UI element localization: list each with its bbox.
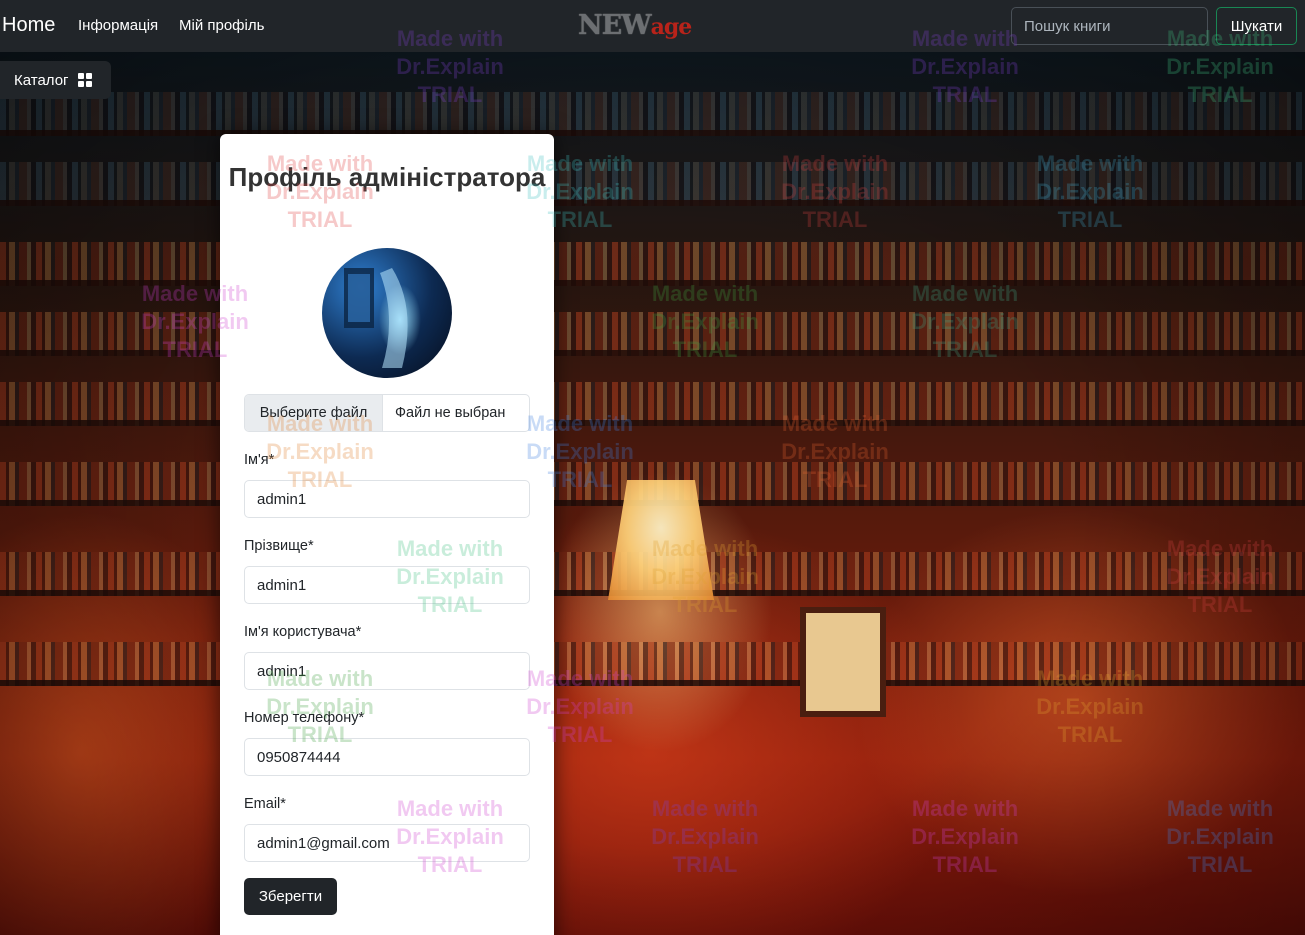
email-field[interactable] — [244, 824, 530, 862]
first-name-label: Ім'я* — [244, 452, 275, 468]
search-input[interactable] — [1011, 7, 1208, 45]
avatar-image — [344, 268, 408, 368]
library-background — [0, 52, 1305, 935]
last-name-label: Прізвище* — [244, 538, 314, 554]
phone-field[interactable] — [244, 738, 530, 776]
page-title: Профіль адміністратора — [228, 162, 546, 192]
search-button[interactable]: Шукати — [1216, 7, 1297, 45]
nav-link-my-profile[interactable]: Мій профіль — [179, 17, 264, 34]
phone-label: Номер телефону* — [244, 710, 365, 726]
username-label: Ім'я користувача* — [244, 624, 362, 640]
choose-file-button[interactable]: Выберите файл — [245, 395, 383, 431]
email-label: Email* — [244, 796, 286, 812]
nav-link-info[interactable]: Інформація — [78, 17, 158, 34]
avatar-file-input: Выберите файл Файл не выбран — [244, 394, 530, 432]
first-name-field[interactable] — [244, 480, 530, 518]
profile-card: Профіль адміністратора Выберите файл Фай… — [220, 134, 554, 935]
catalog-label: Каталог — [14, 71, 69, 89]
grid-icon — [77, 73, 92, 87]
last-name-field[interactable] — [244, 566, 530, 604]
file-status: Файл не выбран — [395, 405, 506, 421]
site-logo[interactable]: NEWage — [578, 10, 693, 41]
username-field[interactable] — [244, 652, 530, 690]
catalog-button[interactable]: Каталог — [0, 61, 111, 99]
home-link[interactable]: Home — [2, 14, 55, 37]
logo-age: age — [650, 14, 693, 40]
logo-new: NEW — [578, 10, 652, 41]
top-navbar: Home Інформація Мій профіль NEWage Шукат… — [0, 0, 1305, 52]
save-button[interactable]: Зберегти — [244, 878, 337, 915]
avatar — [322, 248, 452, 378]
